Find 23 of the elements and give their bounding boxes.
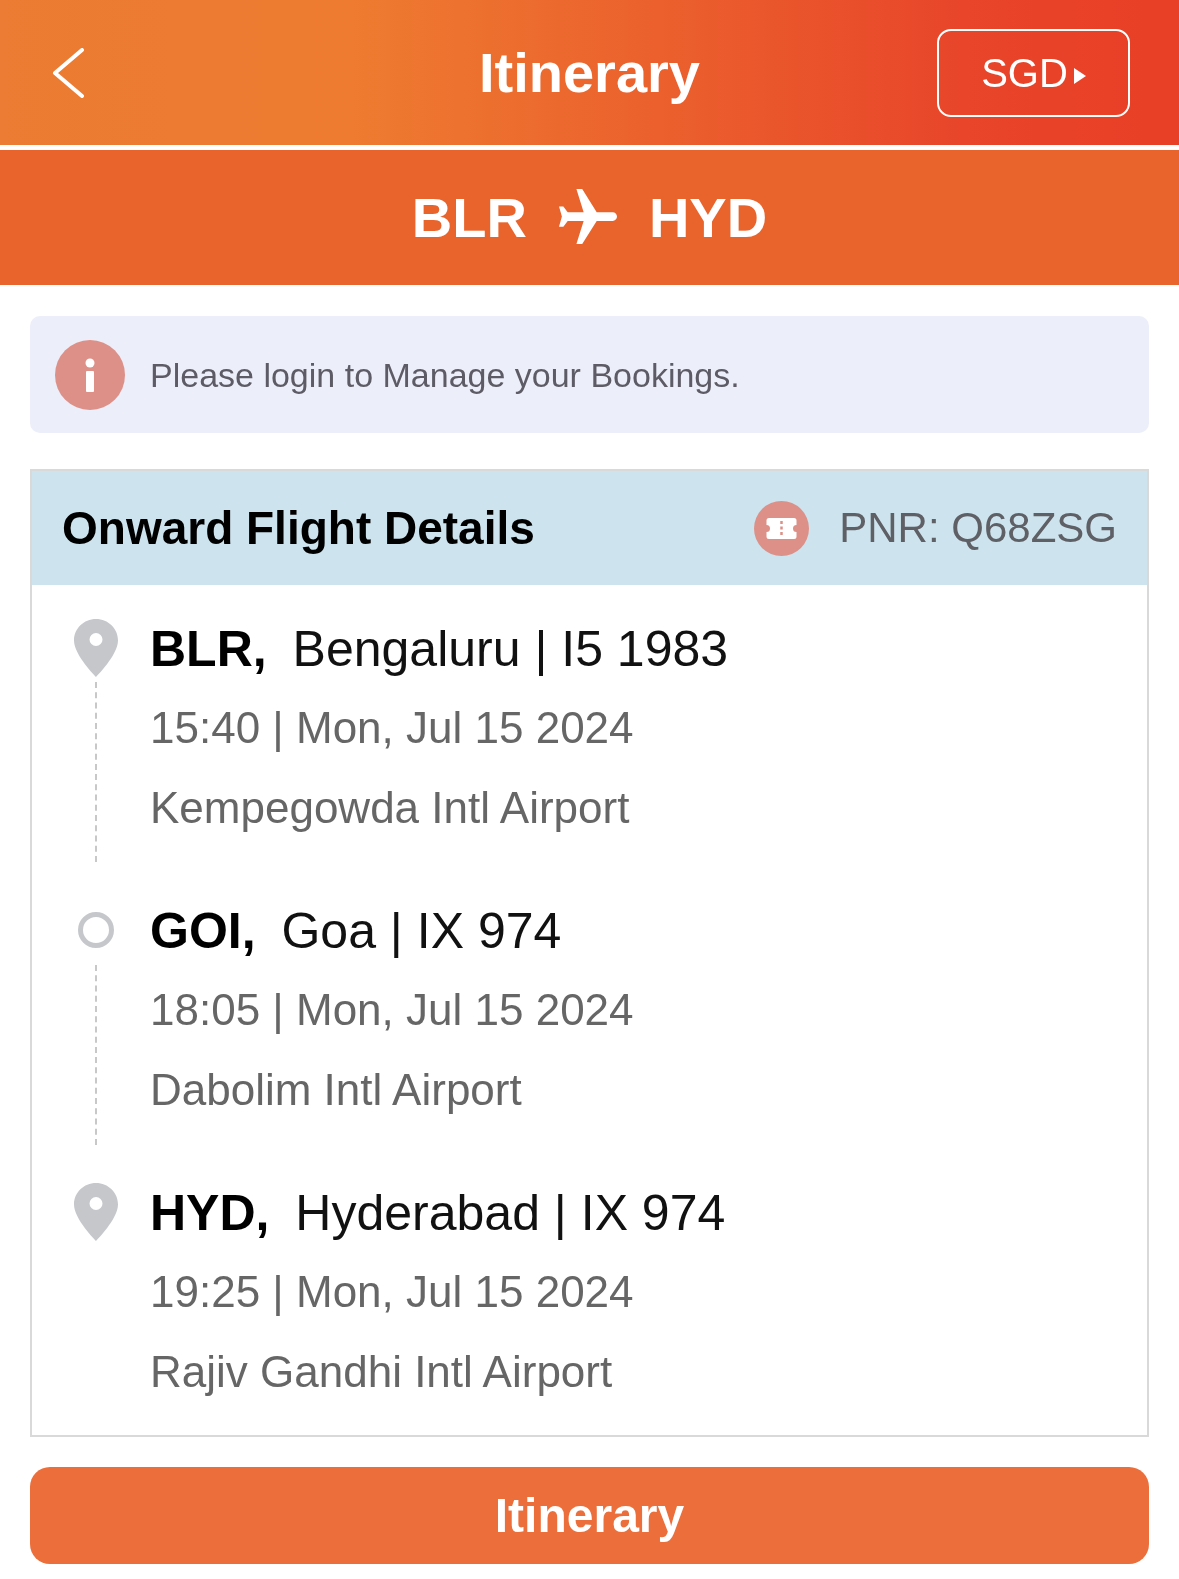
stop-time: 15:40 | Mon, Jul 15 2024 xyxy=(150,702,635,754)
location-pin-icon xyxy=(74,1183,118,1241)
stop-title: BLR, Bengaluru | I5 1983 xyxy=(150,620,729,679)
stop-title: GOI, Goa | IX 974 xyxy=(150,902,563,961)
airport-name: Rajiv Gandhi Intl Airport xyxy=(150,1346,614,1398)
route-origin: BLR xyxy=(411,189,527,246)
ring-icon xyxy=(78,912,114,948)
airplane-icon xyxy=(556,188,619,247)
airport-name: Kempegowda Intl Airport xyxy=(150,782,631,834)
route-destination: HYD xyxy=(648,189,768,246)
stop-time: 19:25 | Mon, Jul 15 2024 xyxy=(150,1266,635,1318)
airport-name: Dabolim Intl Airport xyxy=(150,1064,523,1116)
stop-time: 18:05 | Mon, Jul 15 2024 xyxy=(150,984,634,1036)
ticket-icon xyxy=(754,500,810,556)
info-icon xyxy=(55,339,125,410)
currency-button[interactable]: SGD xyxy=(937,28,1130,117)
location-pin-icon xyxy=(74,619,118,677)
caret-icon xyxy=(1073,67,1086,84)
notice-text: Please login to Manage your Bookings. xyxy=(150,357,740,392)
chevron-left-icon xyxy=(51,47,85,98)
itinerary-button[interactable]: Itinerary xyxy=(30,1467,1149,1564)
stop-title: HYD, Hyderabad | IX 974 xyxy=(150,1184,726,1243)
pnr-text: PNR: Q68ZSG xyxy=(839,507,1117,549)
